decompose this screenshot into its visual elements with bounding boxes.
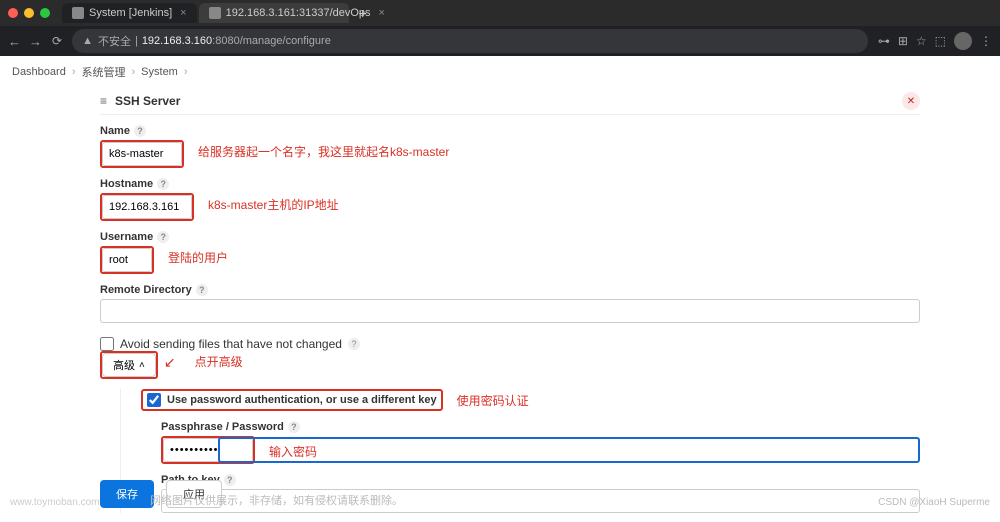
annotation-hostname: k8s-master主机的IP地址 <box>208 196 339 213</box>
drag-handle-icon[interactable]: ≡ <box>100 94 107 108</box>
annotation-name: 给服务器起一个名字，我这里就起名k8s-master <box>198 143 449 160</box>
url-host: 192.168.3.160 <box>142 35 212 47</box>
reload-icon[interactable]: ⟳ <box>52 34 62 48</box>
save-button[interactable]: 保存 <box>100 480 154 508</box>
tab-close-icon[interactable]: × <box>180 7 186 19</box>
chevron-right-icon: › <box>184 66 188 78</box>
annotation-arrow-icon <box>164 354 177 371</box>
key-icon[interactable]: ⊶ <box>878 34 890 48</box>
help-icon[interactable]: ? <box>157 231 169 243</box>
chevron-up-icon: ˄ <box>139 360 145 371</box>
browser-tab-2[interactable]: 192.168.3.161:31337/devOps × <box>199 3 349 23</box>
watermark-text: www.toymoban.com <box>10 497 99 508</box>
passphrase-input[interactable] <box>218 437 920 463</box>
breadcrumb-item[interactable]: 系统管理 <box>82 64 126 80</box>
help-icon[interactable]: ? <box>134 125 146 137</box>
tab-title: System [Jenkins] <box>89 7 172 19</box>
breadcrumb-item[interactable]: System <box>141 66 178 78</box>
breadcrumb-item[interactable]: Dashboard <box>12 66 66 78</box>
bookmark-icon[interactable]: ☆ <box>916 34 927 48</box>
avoid-resend-checkbox[interactable] <box>100 337 114 351</box>
tab-title: 192.168.3.161:31337/devOps <box>226 7 371 19</box>
remote-directory-input[interactable] <box>100 299 920 323</box>
annotation-advanced: 点开高级 <box>195 353 243 370</box>
field-label-name: Name <box>100 125 130 137</box>
insecure-label: 不安全 <box>98 33 131 49</box>
section-header: ≡ SSH Server <box>100 88 920 115</box>
chevron-right-icon: › <box>132 66 136 78</box>
help-icon[interactable]: ? <box>157 178 169 190</box>
tab-favicon-icon <box>209 7 221 19</box>
nav-back-icon[interactable]: ← <box>8 34 21 49</box>
browser-toolbar: ← → ⟳ ▲ 不安全 | 192.168.3.160 :8080/manage… <box>0 26 1000 56</box>
disclaimer-text: 网络图片仅供展示，非存储，如有侵权请联系删除。 <box>150 492 403 508</box>
new-tab-button[interactable]: + <box>359 5 367 21</box>
extensions-icon[interactable]: ⊞ <box>898 34 908 48</box>
advanced-toggle-label: 高级 <box>113 357 135 373</box>
browser-tab-strip: System [Jenkins] × 192.168.3.161:31337/d… <box>0 0 1000 26</box>
copyright-text: CSDN @XiaoH Superme <box>878 497 990 508</box>
field-label-passphrase: Passphrase / Password <box>161 421 284 433</box>
tab-close-icon[interactable]: × <box>379 7 385 19</box>
use-password-auth-label: Use password authentication, or use a di… <box>167 394 437 406</box>
profile-avatar-icon[interactable] <box>954 32 972 50</box>
name-input[interactable] <box>102 142 182 166</box>
tab-favicon-icon <box>72 7 84 19</box>
help-icon[interactable]: ? <box>288 421 300 433</box>
avoid-resend-label: Avoid sending files that have not change… <box>120 337 342 351</box>
section-close-button[interactable]: ✕ <box>902 92 920 110</box>
breadcrumb: Dashboard › 系统管理 › System › <box>0 56 1000 88</box>
username-input[interactable] <box>102 248 152 272</box>
help-icon[interactable]: ? <box>196 284 208 296</box>
annotation-use-password: 使用密码认证 <box>457 392 529 409</box>
use-password-auth-checkbox[interactable] <box>147 393 161 407</box>
window-minimize-icon[interactable] <box>24 8 34 18</box>
menu-icon[interactable]: ⋮ <box>980 34 992 48</box>
help-icon[interactable]: ? <box>224 474 236 486</box>
browser-tab-1[interactable]: System [Jenkins] × <box>62 3 197 23</box>
nav-forward-icon[interactable]: → <box>29 34 42 49</box>
url-path: :8080/manage/configure <box>212 35 331 47</box>
field-label-remote-dir: Remote Directory <box>100 284 192 296</box>
field-label-hostname: Hostname <box>100 178 153 190</box>
insecure-warning-icon: ▲ <box>82 35 93 47</box>
window-traffic-lights <box>8 8 50 18</box>
help-icon[interactable]: ? <box>348 338 360 350</box>
window-close-icon[interactable] <box>8 8 18 18</box>
advanced-toggle-button[interactable]: 高级 ˄ <box>102 353 156 377</box>
chevron-right-icon: › <box>72 66 76 78</box>
download-icon[interactable]: ⬚ <box>935 34 946 48</box>
field-label-username: Username <box>100 231 153 243</box>
hostname-input[interactable] <box>102 195 192 219</box>
section-title: SSH Server <box>115 94 180 108</box>
annotation-username: 登陆的用户 <box>168 249 228 266</box>
address-bar[interactable]: ▲ 不安全 | 192.168.3.160 :8080/manage/confi… <box>72 29 868 53</box>
window-maximize-icon[interactable] <box>40 8 50 18</box>
